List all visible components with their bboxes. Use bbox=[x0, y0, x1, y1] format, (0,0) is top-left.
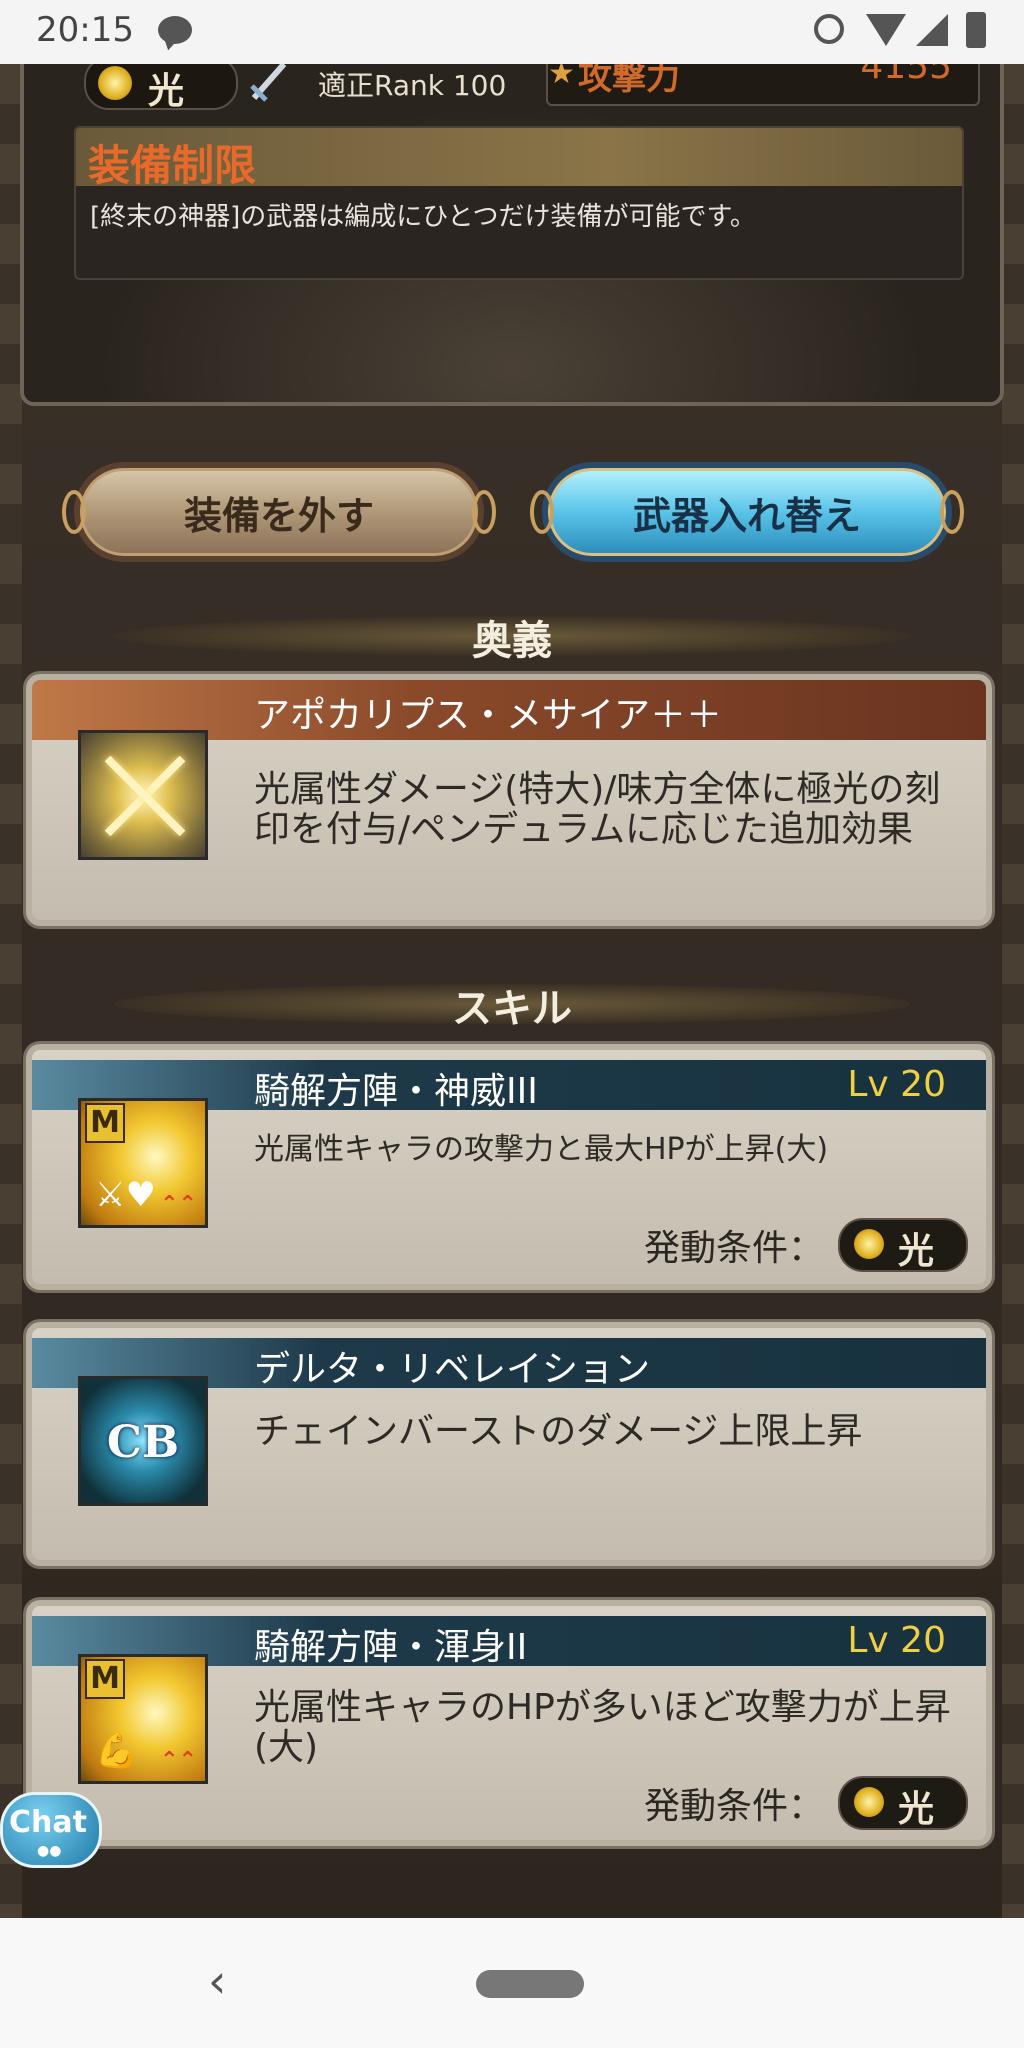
android-nav-bar: ‹ bbox=[0, 1918, 1024, 2048]
crossed-swords-icon bbox=[78, 730, 208, 860]
weapon-info-panel: 光 適正Rank 100 ★ 攻撃力 4155 装備制限 [終末の神器]の武器は… bbox=[20, 64, 1004, 406]
swap-weapon-button-label: 武器入れ替え bbox=[632, 493, 861, 538]
skill-section-header: スキル bbox=[114, 984, 910, 1032]
game-view: 光 適正Rank 100 ★ 攻撃力 4155 装備制限 [終末の神器]の武器は… bbox=[0, 64, 1024, 1918]
back-icon[interactable]: ‹ bbox=[208, 1954, 226, 2008]
light-element-icon bbox=[98, 66, 132, 100]
status-bar: 20:15 bbox=[0, 0, 1024, 64]
left-frame-border bbox=[0, 64, 22, 1918]
message-notification-icon bbox=[158, 16, 192, 44]
battery-icon bbox=[966, 12, 986, 48]
skill-description: 光属性キャラのHPが多いほど攻撃力が上昇(大) bbox=[254, 1687, 951, 1768]
m-skill-icon: M ⚔♥ ⌃⌃ bbox=[78, 1098, 208, 1228]
m-skill-icon: M 💪 ⌃⌃ bbox=[78, 1654, 208, 1784]
attack-icon: ★ bbox=[548, 64, 575, 91]
ougi-description: 光属性ダメージ(特大)/味方全体に極光の刻印を付与/ペンデュラムに応じた追加効果 bbox=[254, 769, 941, 850]
chat-dots-icon: ●● bbox=[37, 1843, 62, 1859]
skill-card-2[interactable]: デルタ・リベレイション CB チェインバーストのダメージ上限上昇 bbox=[26, 1322, 992, 1566]
skill-card-1[interactable]: 騎解方陣・神威III Lv 20 M ⚔♥ ⌃⌃ 光属性キャラの攻撃力と最大HP… bbox=[26, 1044, 992, 1290]
element-label: 光 bbox=[148, 71, 185, 112]
condition-element-badge: 光 bbox=[838, 1218, 968, 1272]
home-pill-icon[interactable] bbox=[476, 1970, 584, 1998]
attack-stat: ★ 攻撃力 4155 bbox=[546, 64, 980, 106]
button-ornament bbox=[940, 490, 964, 534]
restriction-title-bar: 装備制限 bbox=[76, 128, 962, 190]
condition-label: 発動条件： bbox=[643, 1786, 824, 1827]
cell-signal-icon bbox=[916, 14, 948, 46]
cb-icon-text: CB bbox=[106, 1417, 180, 1468]
unequip-button-label: 装備を外す bbox=[183, 493, 374, 538]
rank-requirement: 適正Rank 100 bbox=[318, 69, 507, 102]
condition-element: 光 bbox=[898, 1231, 935, 1272]
alarm-icon bbox=[814, 14, 844, 44]
activation-condition: 発動条件： 光 bbox=[644, 1776, 968, 1830]
skill-level: Lv 20 bbox=[847, 1064, 946, 1105]
skill-card-3[interactable]: 騎解方陣・渾身II Lv 20 M 💪 ⌃⌃ 光属性キャラのHPが多いほど攻撃力… bbox=[26, 1600, 992, 1846]
ougi-section-title: 奥義 bbox=[472, 618, 552, 664]
condition-element: 光 bbox=[898, 1789, 935, 1830]
condition-element-badge: 光 bbox=[838, 1776, 968, 1830]
skill-description: チェインバーストのダメージ上限上昇 bbox=[254, 1411, 863, 1452]
activation-condition: 発動条件： 光 bbox=[644, 1218, 968, 1272]
skill-description: 光属性キャラの攻撃力と最大HPが上昇(大) bbox=[254, 1132, 829, 1167]
unequip-button[interactable]: 装備を外す bbox=[62, 462, 496, 562]
ougi-card[interactable]: アポカリプス・メサイア＋＋ 光属性ダメージ(特大)/味方全体に極光の刻印を付与/… bbox=[26, 674, 992, 926]
equip-restriction-box: 装備制限 [終末の神器]の武器は編成にひとつだけ装備が可能です。 bbox=[74, 126, 964, 280]
button-ornament bbox=[62, 490, 86, 534]
chat-label: Chat bbox=[9, 1805, 87, 1840]
skill-name: 騎解方陣・神威III bbox=[254, 1071, 538, 1112]
skill-name: デルタ・リベレイション bbox=[254, 1349, 651, 1390]
skill-section-title: スキル bbox=[452, 986, 572, 1032]
sword-icon bbox=[250, 64, 287, 102]
element-badge: 光 bbox=[84, 64, 238, 112]
ougi-section-header: 奥義 bbox=[114, 616, 910, 664]
button-ornament bbox=[530, 490, 554, 534]
skill-name: 騎解方陣・渾身II bbox=[254, 1627, 528, 1668]
wifi-icon bbox=[866, 14, 906, 46]
light-element-icon bbox=[854, 1229, 884, 1259]
status-time: 20:15 bbox=[36, 10, 134, 50]
restriction-title: 装備制限 bbox=[88, 141, 257, 190]
attack-value: 4155 bbox=[860, 64, 952, 87]
ougi-name: アポカリプス・メサイア＋＋ bbox=[254, 695, 723, 736]
right-frame-border bbox=[1002, 64, 1024, 1918]
chain-burst-icon: CB bbox=[78, 1376, 208, 1506]
skill-level: Lv 20 bbox=[847, 1620, 946, 1661]
chat-button[interactable]: Chat ●● bbox=[0, 1792, 102, 1868]
light-element-icon bbox=[854, 1787, 884, 1817]
condition-label: 発動条件： bbox=[643, 1228, 824, 1269]
restriction-description: [終末の神器]の武器は編成にひとつだけ装備が可能です。 bbox=[90, 202, 756, 232]
button-ornament bbox=[472, 490, 496, 534]
attack-label: 攻撃力 bbox=[578, 64, 680, 98]
swap-weapon-button[interactable]: 武器入れ替え bbox=[530, 462, 964, 562]
